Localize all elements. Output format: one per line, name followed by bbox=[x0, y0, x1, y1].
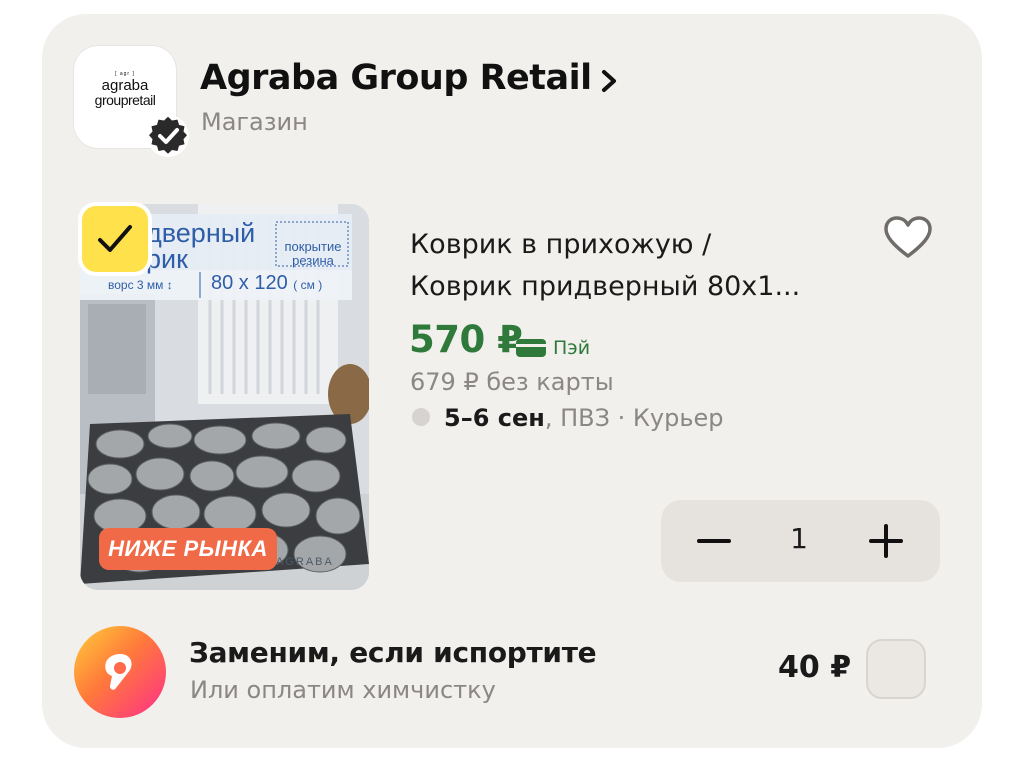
logo-line2: groupretail bbox=[94, 92, 156, 108]
protection-title: Заменим, если испортите bbox=[189, 636, 597, 669]
image-size-value: 80 x 120 bbox=[211, 272, 288, 294]
checkmark-icon bbox=[98, 225, 132, 252]
verified-badge-icon bbox=[147, 115, 189, 157]
delivery-dot-icon bbox=[412, 408, 430, 426]
image-size-unit: ( см ) bbox=[293, 278, 323, 292]
price-without-card: 679 ₽ без карты bbox=[410, 368, 614, 396]
quantity-stepper: 1 bbox=[661, 500, 940, 582]
store-name-link[interactable]: Agraba Group Retail bbox=[200, 58, 592, 98]
chevron-right-icon[interactable] bbox=[598, 68, 620, 94]
quantity-value: 1 bbox=[790, 522, 808, 555]
pay-card-icon bbox=[516, 339, 546, 357]
promo-banner: НИЖЕ РЫНКА bbox=[99, 528, 277, 570]
product-title-link[interactable]: Коврик в прихожую / Коврик придверный 80… bbox=[410, 224, 860, 308]
delivery-methods: , ПВЗ · Курьер bbox=[544, 404, 724, 432]
select-item-checkbox[interactable] bbox=[82, 206, 148, 272]
delivery-info: 5–6 сен, ПВЗ · Курьер bbox=[412, 404, 724, 432]
price-with-card: 570 ₽ bbox=[409, 318, 523, 361]
pay-label: Пэй bbox=[553, 337, 591, 359]
image-size-text: 80 x 120 ( см ) bbox=[211, 272, 322, 295]
protection-subtitle: Или оплатим химчистку bbox=[190, 676, 496, 704]
heart-icon[interactable] bbox=[882, 214, 934, 262]
logo-line1: agraba bbox=[101, 77, 149, 94]
delivery-date: 5–6 сен bbox=[444, 404, 545, 432]
product-title-line1: Коврик в прихожую / bbox=[410, 229, 712, 260]
product-title-line2: Коврик придверный 80х1... bbox=[410, 271, 801, 302]
plus-icon[interactable] bbox=[861, 516, 911, 566]
image-coating-text: покрытие резина bbox=[284, 239, 342, 268]
protection-checkbox[interactable] bbox=[866, 639, 926, 699]
protection-logo-icon bbox=[74, 626, 166, 718]
image-pile-text: ворс 3 мм ↕ bbox=[108, 278, 173, 292]
protection-price: 40 ₽ bbox=[778, 650, 852, 685]
minus-icon[interactable] bbox=[689, 516, 739, 566]
image-title-text-2: рик bbox=[146, 244, 188, 274]
image-brand-text: AGRABA bbox=[276, 556, 334, 568]
store-type-label: Магазин bbox=[201, 108, 308, 136]
store-logo-text: [ agr ] agraba groupretail bbox=[74, 70, 176, 108]
